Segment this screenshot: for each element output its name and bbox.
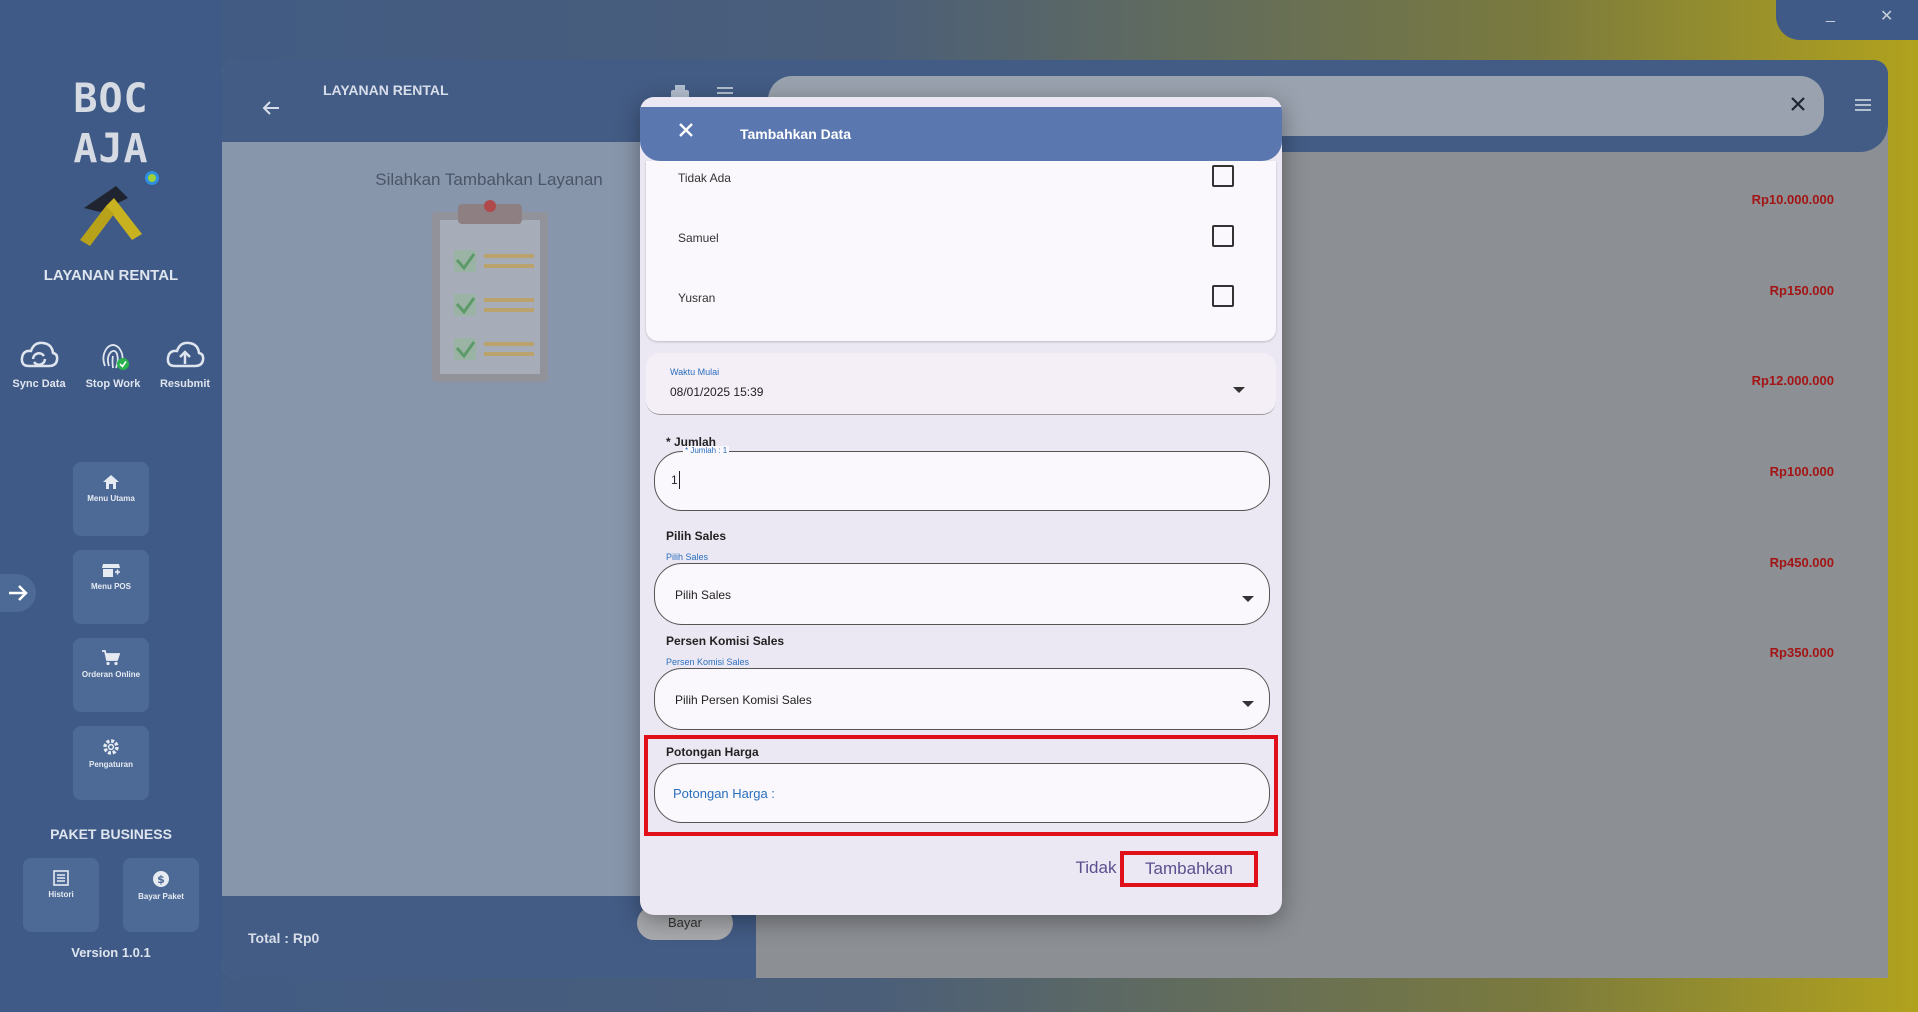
gear-icon [103, 739, 119, 755]
service-price: Rp12.000.000 [1751, 373, 1834, 388]
staff-list: Tidak Ada Samuel Yusran [646, 161, 1276, 341]
app-title: LAYANAN RENTAL [43, 267, 179, 284]
nav-bayar-paket[interactable]: $ Bayar Paket [123, 858, 199, 932]
komisi-value: Pilih Persen Komisi Sales [675, 693, 812, 707]
home-icon [103, 475, 119, 489]
nav-menu-utama-label: Menu Utama [87, 494, 135, 503]
resubmit-label: Resubmit [159, 378, 211, 390]
waktu-mulai-value: 08/01/2025 15:39 [670, 385, 764, 399]
staff-checkbox[interactable] [1212, 165, 1234, 187]
potongan-section-label: Potongan Harga [666, 745, 759, 759]
staff-row-samuel[interactable]: Samuel [646, 221, 1276, 261]
clipboard-icon [428, 198, 552, 389]
chevron-down-icon [1232, 381, 1246, 399]
store-icon [102, 564, 120, 577]
potongan-harga-input[interactable]: Potongan Harga : [654, 763, 1270, 823]
arrow-right-icon [9, 585, 28, 601]
staff-row-yusran[interactable]: Yusran [646, 281, 1276, 321]
cart-icon [102, 650, 121, 666]
close-icon [679, 123, 693, 137]
sidebar: BOC AJA LAYANAN RENTAL Sync Data Stop Wo… [0, 0, 222, 1012]
top-actions: Sync Data Stop Work Resubmit [0, 338, 222, 408]
paket-title: PAKET BUSINESS [50, 826, 172, 842]
potongan-placeholder: Potongan Harga : [673, 786, 775, 801]
staff-name: Tidak Ada [678, 171, 731, 185]
svg-text:$: $ [157, 873, 165, 886]
service-price: Rp100.000 [1769, 464, 1834, 479]
hamburger-icon [1855, 99, 1871, 111]
nav-menu-pos[interactable]: Menu POS [73, 550, 149, 624]
service-price: Rp150.000 [1769, 283, 1834, 298]
chevron-down-icon [1241, 695, 1255, 713]
nav-pengaturan[interactable]: Pengaturan [73, 726, 149, 800]
service-price: Rp450.000 [1769, 555, 1834, 570]
staff-name: Samuel [678, 231, 719, 245]
komisi-float-label: Persen Komisi Sales [666, 657, 750, 667]
sales-select[interactable]: Pilih Sales [654, 563, 1270, 625]
chevron-down-icon [1241, 590, 1255, 608]
cloud-sync-icon [20, 341, 59, 368]
dialog-header: Tambahkan Data [640, 107, 1282, 161]
cloud-upload-icon [166, 341, 205, 368]
nav-orderan-online-label: Orderan Online [81, 670, 141, 679]
arrow-left-icon [262, 101, 279, 115]
sales-section-label: Pilih Sales [666, 529, 727, 543]
sales-value: Pilih Sales [675, 588, 732, 602]
komisi-select[interactable]: Pilih Persen Komisi Sales [654, 668, 1270, 730]
nav-orderan-online[interactable]: Orderan Online [73, 638, 149, 712]
sync-data-button[interactable]: Sync Data [2, 338, 76, 390]
jumlah-field[interactable]: * Jumlah : 1 1 [654, 446, 1270, 511]
list-icon [53, 870, 69, 886]
service-price: Rp350.000 [1769, 645, 1834, 660]
stop-work-label: Stop Work [85, 378, 141, 390]
staff-name: Yusran [678, 291, 716, 305]
app-logo-icon [70, 168, 160, 258]
list-menu-button[interactable] [1854, 98, 1872, 117]
jumlah-float-label: * Jumlah : 1 [683, 446, 730, 455]
nav-histori-label: Histori [48, 890, 74, 899]
dollar-icon: $ [153, 871, 169, 887]
minimize-button[interactable]: _ [1826, 6, 1835, 24]
window-controls: _ ✕ [1776, 0, 1918, 40]
nav-bayar-paket-label: Bayar Paket [138, 892, 184, 901]
resubmit-button[interactable]: Resubmit [148, 338, 222, 390]
dialog-title: Tambahkan Data [740, 126, 851, 142]
fingerprint-icon [102, 344, 129, 370]
sales-float-label: Pilih Sales [666, 552, 709, 562]
komisi-section-label: Persen Komisi Sales [666, 634, 785, 648]
staff-checkbox[interactable] [1212, 225, 1234, 247]
staff-row-tidak-ada[interactable]: Tidak Ada [646, 161, 1276, 201]
dialog-close-button[interactable] [678, 122, 694, 143]
waktu-mulai-label: Waktu Mulai [670, 367, 720, 377]
text-cursor [679, 471, 680, 489]
brand-logo: BOC AJA [73, 76, 149, 172]
clear-search-button[interactable] [1790, 96, 1806, 117]
add-data-dialog: Tidak Ada Samuel Yusran Tambahkan Data W… [640, 97, 1282, 915]
waktu-mulai-picker[interactable]: Waktu Mulai 08/01/2025 15:39 [646, 353, 1276, 415]
nav-histori[interactable]: Histori [23, 858, 99, 932]
tambahkan-button[interactable]: Tambahkan [1120, 851, 1258, 887]
sync-data-label: Sync Data [12, 378, 66, 390]
close-icon [1791, 97, 1805, 111]
nav-menu-utama[interactable]: Menu Utama [73, 462, 149, 536]
total-label: Total : Rp0 [248, 930, 320, 946]
version-label: Version 1.0.1 [71, 945, 151, 960]
jumlah-value: 1 [671, 473, 678, 487]
back-button[interactable] [262, 100, 280, 121]
service-price: Rp10.000.000 [1751, 192, 1834, 207]
cart-title: LAYANAN RENTAL [323, 82, 449, 98]
window-close-button[interactable]: ✕ [1880, 6, 1893, 26]
stop-work-button[interactable]: Stop Work [76, 338, 150, 390]
nav-pengaturan-label: Pengaturan [88, 760, 133, 769]
staff-checkbox[interactable] [1212, 285, 1234, 307]
nav-menu-pos-label: Menu POS [90, 582, 131, 591]
